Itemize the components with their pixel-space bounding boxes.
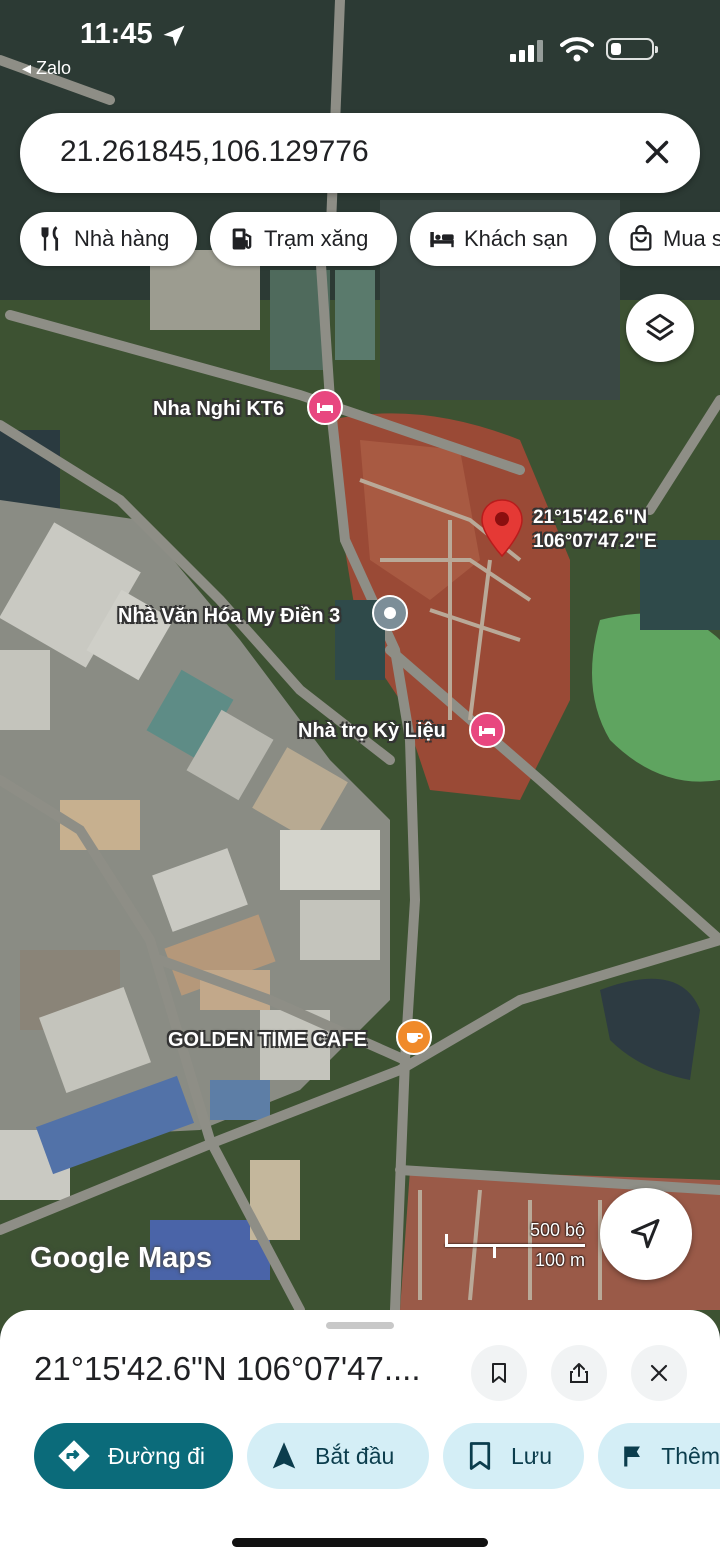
chip-restaurants[interactable]: Nhà hàng [20,212,197,266]
chip-shopping[interactable]: Mua s [609,212,720,266]
map-layers-button[interactable] [626,294,694,362]
place-label-nha-tro[interactable]: Nhà trọ Kỳ Liệu [298,720,446,743]
action-label: Thêm [661,1442,720,1469]
circle-dot-icon [384,607,396,619]
save-place-button[interactable] [471,1345,527,1401]
category-chips: Nhà hàng Trạm xăng Khách sạn Mua s [20,212,720,268]
action-label: Lưu [511,1442,552,1469]
chip-label: Mua s [663,226,720,251]
save-button[interactable]: Lưu [443,1423,584,1489]
layers-icon [645,313,675,341]
cafe-marker[interactable] [396,1019,432,1055]
chip-gas-stations[interactable]: Trạm xăng [210,212,397,266]
chip-label: Nhà hàng [74,226,170,251]
scale-tick [493,1244,496,1258]
place-label-cafe[interactable]: GOLDEN TIME CAFE [168,1029,367,1052]
clock: 11:45 [80,18,153,50]
cellular-signal-icon [510,40,543,62]
pin-longitude: 106°07'47.2"E [533,531,657,552]
battery-icon [606,38,658,60]
wifi-icon [560,37,594,62]
status-bar: 11:45 ◂ Zalo [0,0,720,90]
hotel-icon [430,232,454,248]
map-scale: 500 bộ 100 m [445,1220,585,1274]
clear-search-icon[interactable] [638,133,676,171]
bookmark-icon [469,1442,491,1470]
bed-icon [317,403,333,413]
place-label-nha-nghi[interactable]: Nha Nghi KT6 [153,398,284,421]
location-services-icon [163,25,185,47]
landmark-marker[interactable] [372,595,408,631]
bed-icon [479,726,495,736]
coffee-cup-icon [407,1033,423,1043]
sheet-drag-handle[interactable] [326,1322,394,1329]
satellite-imagery [0,0,720,1330]
back-to-app-link[interactable]: ◂ Zalo [22,58,71,79]
dropped-pin-icon[interactable] [480,498,524,558]
flag-icon [624,1446,640,1467]
place-title: 21°15'42.6"N 106°07'47.... [34,1350,421,1387]
scale-bar [445,1244,585,1247]
directions-button[interactable]: Đường đi [34,1423,233,1489]
my-location-button[interactable] [600,1188,692,1280]
search-bar[interactable]: 21.261845,106.129776 [20,113,700,193]
bookmark-icon [492,1363,506,1383]
more-button[interactable]: Thêm [598,1423,720,1489]
scale-metric: 100 m [534,1250,585,1270]
shopping-bag-icon [630,225,652,251]
gas-station-icon [232,228,252,250]
directions-icon [58,1440,90,1472]
google-maps-attribution: Google Maps [30,1242,213,1274]
chip-label: Trạm xăng [264,226,369,251]
hotel-marker[interactable] [307,389,343,425]
start-navigation-button[interactable]: Bắt đầu [247,1423,429,1489]
place-bottom-sheet[interactable]: 21°15'42.6"N 106°07'47.... Đường đi Bắt … [0,1310,720,1560]
close-icon [650,1364,668,1382]
chip-hotels[interactable]: Khách sạn [410,212,596,266]
scale-imperial: 500 bộ [529,1220,585,1240]
close-sheet-button[interactable] [631,1345,687,1401]
share-button[interactable] [551,1345,607,1401]
place-label-nha-van-hoa[interactable]: Nhà Văn Hóa My Điền 3 [118,605,340,628]
restaurant-icon [41,226,59,251]
scale-tick [445,1234,448,1246]
action-label: Đường đi [108,1442,205,1469]
satellite-map[interactable]: Nha Nghi KT6 Nhà Văn Hóa My Điền 3 Nhà t… [0,0,720,1330]
navigation-arrow-icon [272,1442,296,1469]
chip-label: Khách sạn [464,226,568,251]
action-label: Bắt đầu [315,1442,395,1469]
navigation-arrow-icon [631,1219,660,1249]
hotel-marker[interactable] [469,712,505,748]
pin-latitude: 21°15'42.6"N [533,507,648,528]
home-indicator[interactable] [232,1538,488,1547]
search-input[interactable]: 21.261845,106.129776 [60,135,369,169]
share-icon [570,1363,588,1383]
pin-coordinates-label: 21°15'42.6"N 106°07'47.2"E [533,506,657,554]
